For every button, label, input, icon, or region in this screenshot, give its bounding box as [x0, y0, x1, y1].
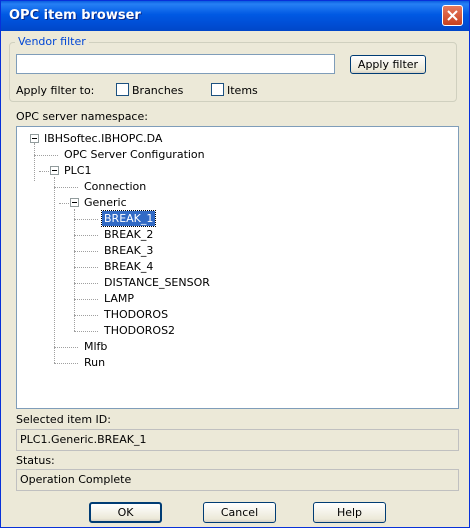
tree-node-item[interactable]: DISTANCE_SENSOR: [102, 275, 212, 290]
ok-button[interactable]: OK: [89, 502, 162, 523]
branches-checkbox[interactable]: [116, 83, 129, 96]
tree-node-connection[interactable]: Connection: [82, 179, 148, 194]
collapse-icon[interactable]: [30, 134, 39, 143]
collapse-icon[interactable]: [70, 198, 79, 207]
tree-node-item[interactable]: THODOROS: [102, 307, 170, 322]
tree-connector: [59, 203, 69, 204]
items-label: Items: [227, 84, 258, 97]
tree-connector: [54, 177, 55, 363]
tree-node-plc1[interactable]: PLC1: [62, 163, 93, 178]
tree-node-mlfb[interactable]: Mlfb: [82, 339, 109, 354]
tree-connector: [39, 171, 49, 172]
tree-connector: [74, 235, 98, 236]
vendor-filter-input[interactable]: [16, 54, 335, 74]
selected-item-id-label: Selected item ID:: [16, 413, 111, 426]
tree-connector: [74, 283, 98, 284]
tree-connector: [34, 143, 35, 181]
tree-connector: [54, 347, 78, 348]
tree-connector: [54, 363, 78, 364]
tree-connector: [74, 251, 98, 252]
tree-connector: [74, 299, 98, 300]
tree-connector: [34, 155, 58, 156]
window-title: OPC item browser: [9, 8, 141, 23]
branches-label: Branches: [132, 84, 184, 97]
cancel-button[interactable]: Cancel: [203, 502, 276, 523]
tree-node-opc-server-configuration[interactable]: OPC Server Configuration: [62, 147, 207, 162]
selected-item-id-field: PLC1.Generic.BREAK_1: [16, 429, 459, 451]
close-icon: [447, 10, 458, 21]
tree-node-item[interactable]: BREAK_2: [102, 227, 155, 242]
tree-node-run[interactable]: Run: [82, 355, 107, 370]
tree-connector: [74, 267, 98, 268]
tree-node-item[interactable]: BREAK_4: [102, 259, 155, 274]
apply-filter-button[interactable]: Apply filter: [350, 55, 426, 74]
namespace-tree[interactable]: IBHSoftec.IBHOPC.DA OPC Server Configura…: [16, 126, 459, 409]
title-bar[interactable]: OPC item browser: [1, 1, 469, 31]
help-button[interactable]: Help: [313, 502, 386, 523]
vendor-filter-label: Vendor filter: [15, 35, 89, 48]
status-label: Status:: [16, 454, 55, 467]
tree-connector: [74, 315, 98, 316]
tree-node-item[interactable]: THODOROS2: [102, 323, 177, 338]
tree-node-generic[interactable]: Generic: [82, 195, 129, 210]
close-button[interactable]: [442, 5, 463, 26]
tree-connector: [54, 187, 78, 188]
opc-item-browser-window: OPC item browser Vendor filter Apply fil…: [0, 0, 470, 528]
namespace-label: OPC server namespace:: [16, 110, 148, 123]
collapse-icon[interactable]: [50, 166, 59, 175]
tree-node-root[interactable]: IBHSoftec.IBHOPC.DA: [42, 131, 164, 146]
tree-connector: [74, 331, 98, 332]
tree-node-item[interactable]: BREAK_3: [102, 243, 155, 258]
tree-connector: [74, 219, 98, 220]
tree-connector: [74, 209, 75, 331]
tree-node-item[interactable]: BREAK_1: [100, 210, 157, 227]
apply-filter-to-label: Apply filter to:: [16, 84, 95, 97]
tree-node-item[interactable]: LAMP: [102, 291, 136, 306]
status-field: Operation Complete: [16, 469, 459, 491]
items-checkbox[interactable]: [211, 83, 224, 96]
